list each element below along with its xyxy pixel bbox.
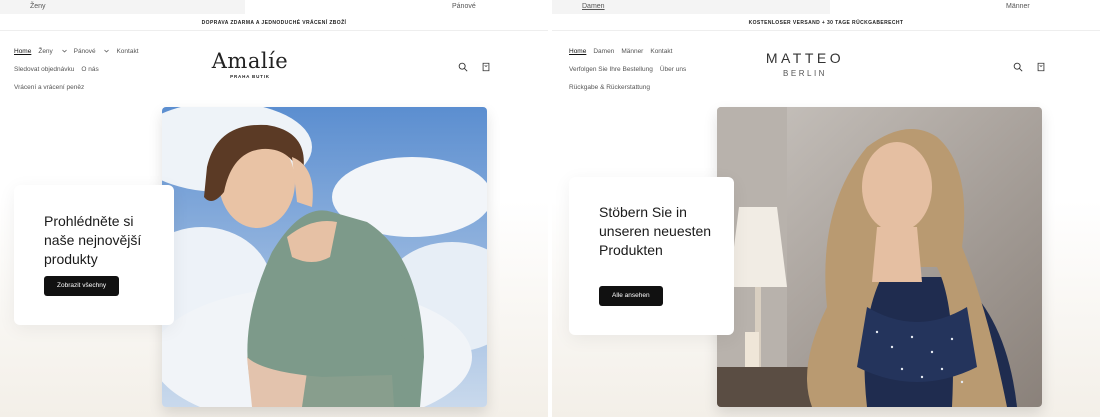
header-icons xyxy=(458,58,500,76)
brand-logo[interactable]: MATTEO BERLIN xyxy=(750,50,860,78)
gender-switch-bar: Ženy Pánové xyxy=(0,0,548,14)
store-panel-amalie: Ženy Pánové DOPRAVA ZDARMA A JEDNODUCHÉ … xyxy=(0,0,548,417)
chevron-down-icon xyxy=(104,49,110,53)
nav-contact[interactable]: Kontakt xyxy=(116,48,138,55)
view-all-button[interactable]: Alle ansehen xyxy=(599,286,663,306)
main-nav: Home Damen Männer Kontakt Verfolgen Sie Ihr… xyxy=(569,43,739,97)
nav-about[interactable]: O nás xyxy=(81,66,98,73)
nav-returns[interactable]: Vrácení a vrácení peněz xyxy=(14,84,84,91)
gender-tab-men[interactable]: Pánové xyxy=(440,0,476,14)
gender-switch-bar: Damen Männer xyxy=(552,0,1100,14)
nav-about[interactable]: Über uns xyxy=(660,66,686,73)
hero-card: Stöbern Sie in unseren neuesten Produkte… xyxy=(569,177,734,335)
gender-tab-women[interactable]: Damen xyxy=(552,0,830,14)
nav-women[interactable]: Ženy xyxy=(38,48,67,55)
chevron-down-icon xyxy=(61,49,67,53)
hero-title: Stöbern Sie in unseren neuesten Produkte… xyxy=(599,204,712,258)
nav-women-label: Ženy xyxy=(38,48,53,55)
nav-returns[interactable]: Rückgabe & Rückerstattung xyxy=(569,84,650,91)
nav-women[interactable]: Damen xyxy=(593,48,614,55)
nav-men-label: Pánové xyxy=(73,48,96,55)
gender-tab-women[interactable]: Ženy xyxy=(0,0,245,14)
nav-contact[interactable]: Kontakt xyxy=(650,48,672,55)
hero-image-woman-green-cardigan xyxy=(162,107,487,407)
logo-name: MATTEO xyxy=(765,50,845,66)
announcement-bar: DOPRAVA ZDARMA A JEDNODUCHÉ VRÁCENÍ ZBOŽ… xyxy=(0,15,548,31)
hero-title: Prohlédněte si naše nejnovější produkty xyxy=(44,213,142,267)
gender-tab-men[interactable]: Männer xyxy=(1000,0,1030,14)
hero-image-woman-blonde-hair xyxy=(717,107,1042,407)
nav-men[interactable]: Pánové xyxy=(74,48,110,55)
store-panel-matteo: Damen Männer KOSTENLOSER VERSAND + 30 TA… xyxy=(552,0,1100,417)
nav-home[interactable]: Home xyxy=(569,48,586,55)
search-icon[interactable] xyxy=(458,62,468,72)
nav-track-order[interactable]: Verfolgen Sie Ihre Bestellung xyxy=(569,66,653,73)
nav-track-order[interactable]: Sledovat objednávku xyxy=(14,66,74,73)
view-all-button[interactable]: Zobrazit všechny xyxy=(44,276,120,296)
announcement-bar: KOSTENLOSER VERSAND + 30 TAGE RÜCKGABERE… xyxy=(552,15,1100,31)
main-nav: Home Ženy Pánové Kontakt Sledovat objedná… xyxy=(14,43,204,97)
nav-home[interactable]: Home xyxy=(14,48,31,55)
search-icon[interactable] xyxy=(1013,62,1023,72)
header-icons xyxy=(1013,58,1055,76)
cart-icon[interactable] xyxy=(481,62,491,72)
logo-name: Amalíe xyxy=(211,49,289,73)
logo-subtitle: PRAHA BUTIK xyxy=(230,74,270,79)
hero-card: Prohlédněte si naše nejnovější produkty … xyxy=(14,185,174,325)
logo-subtitle: BERLIN xyxy=(783,69,827,78)
cart-icon[interactable] xyxy=(1036,62,1046,72)
brand-logo[interactable]: Amalíe PRAHA BUTIK xyxy=(195,50,305,79)
nav-men[interactable]: Männer xyxy=(621,48,643,55)
